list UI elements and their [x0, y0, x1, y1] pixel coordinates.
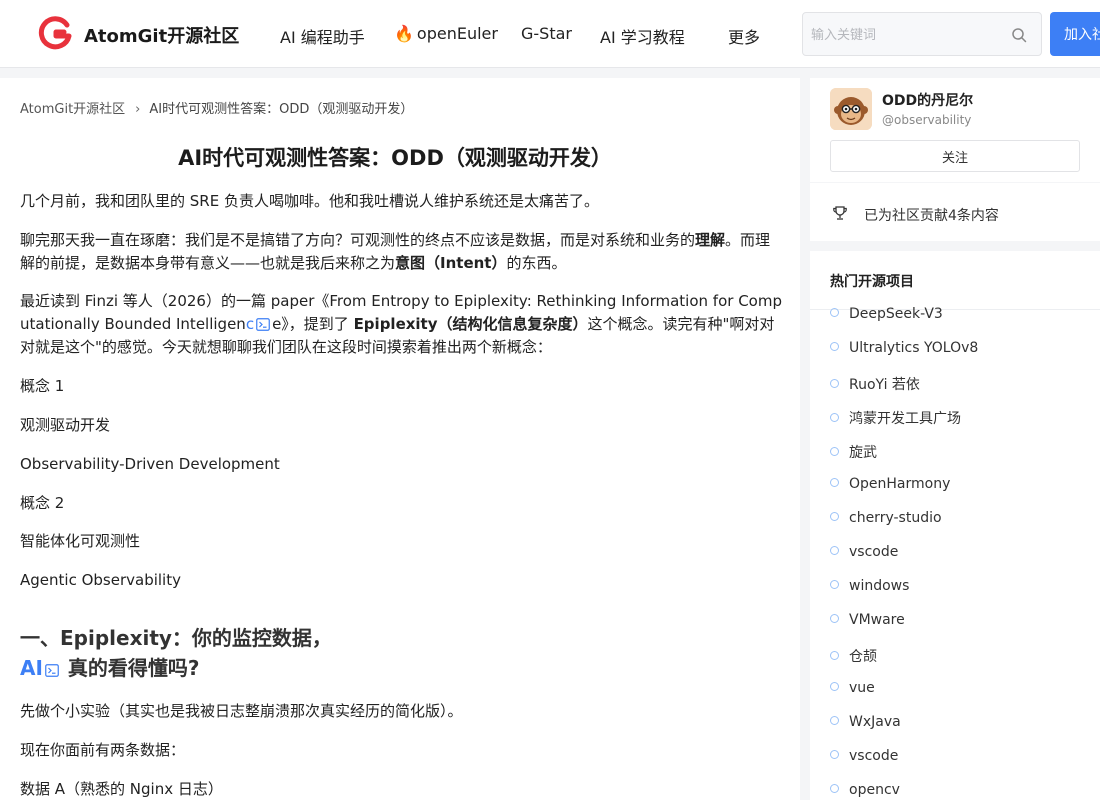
circle-bullet-icon: [830, 580, 839, 589]
author-card: ODD的丹尼尔 @observability 关注: [810, 78, 1100, 182]
list-item[interactable]: windows: [830, 578, 909, 598]
list-item[interactable]: cherry-studio: [830, 510, 942, 530]
section-heading: 一、Epiplexity：你的监控数据， AI 真的看得懂吗?: [20, 626, 332, 680]
nav-more[interactable]: 更多: [728, 24, 760, 48]
inline-term-link[interactable]: AI: [20, 656, 43, 680]
brand-name[interactable]: AtomGit开源社区: [84, 22, 239, 48]
list-item[interactable]: 仓颉: [830, 646, 877, 666]
list-item[interactable]: DeepSeek-V3: [830, 306, 943, 326]
concept-name-cn: 观测驱动开发: [20, 416, 111, 434]
article-panel: AtomGit开源社区 › AI时代可观测性答案：ODD（观测驱动开发） AI时代可…: [0, 78, 800, 800]
nav-gstar[interactable]: G-Star: [521, 24, 572, 43]
article-paragraph: 最近读到 Finzi 等人（2026）的一篇 paper《From Entrop…: [20, 292, 782, 356]
circle-bullet-icon: [830, 447, 839, 456]
list-item[interactable]: opencv: [830, 782, 900, 800]
circle-bullet-icon: [830, 379, 839, 388]
circle-bullet-icon: [830, 308, 839, 317]
concept-name-cn: 智能体化可观测性: [20, 532, 141, 550]
list-item[interactable]: WxJava: [830, 714, 901, 734]
fire-icon: 🔥: [394, 24, 414, 43]
inline-term-link[interactable]: c: [246, 315, 254, 333]
monkey-avatar-icon: [830, 88, 872, 130]
list-item[interactable]: OpenHarmony: [830, 476, 950, 496]
circle-bullet-icon: [830, 342, 839, 351]
breadcrumb-current: AI时代可观测性答案：ODD（观测驱动开发）: [149, 102, 414, 117]
circle-bullet-icon: [830, 682, 839, 691]
list-item[interactable]: 鸿蒙开发工具广场: [830, 408, 961, 428]
list-item[interactable]: 旋武: [830, 442, 877, 462]
circle-bullet-icon: [830, 614, 839, 623]
circle-bullet-icon: [830, 750, 839, 759]
article-paragraph: 聊完那天我一直在琢磨：我们是不是搞错了方向？可观测性的终点不应该是数据，而是对系…: [20, 231, 771, 272]
circle-bullet-icon: [830, 546, 839, 555]
contribution-card: 已为社区贡献4条内容: [810, 183, 1100, 241]
chevron-right-icon: ›: [135, 102, 141, 117]
contribution-text: 已为社区贡献4条内容: [864, 208, 999, 224]
article-paragraph: 现在你面前有两条数据：: [20, 741, 186, 759]
concept-name-en: Observability-Driven Development: [20, 455, 280, 473]
list-item[interactable]: vscode: [830, 748, 898, 768]
list-item[interactable]: VMware: [830, 612, 905, 632]
nav-openeuler[interactable]: 🔥 openEuler: [394, 24, 498, 43]
list-item[interactable]: RuoYi 若依: [830, 374, 920, 394]
trophy-icon: [833, 206, 847, 220]
circle-bullet-icon: [830, 784, 839, 793]
circle-bullet-icon: [830, 413, 839, 422]
circle-bullet-icon: [830, 478, 839, 487]
nav-openeuler-label: openEuler: [416, 24, 498, 43]
search-box: [802, 12, 1042, 56]
author-handle: @observability: [882, 113, 972, 127]
list-item[interactable]: vscode: [830, 544, 898, 564]
article-paragraph: 几个月前，我和团队里的 SRE 负责人喝咖啡。他和我吐槽说人维护系统还是太痛苦了…: [20, 192, 599, 210]
terminal-icon[interactable]: [45, 664, 59, 677]
atomgit-logo-icon[interactable]: [38, 16, 72, 50]
article-paragraph: 先做个小实验（其实也是我被日志整崩溃那次真实经历的简化版）。: [20, 702, 463, 720]
list-item[interactable]: Ultralytics YOLOv8: [830, 340, 978, 360]
breadcrumb-home[interactable]: AtomGit开源社区: [20, 102, 125, 117]
article-paragraph: 数据 A（熟悉的 Nginx 日志）: [20, 780, 223, 798]
terminal-icon[interactable]: [256, 318, 270, 331]
join-community-button[interactable]: 加入社区: [1050, 12, 1100, 56]
concept-name-en: Agentic Observability: [20, 571, 181, 589]
circle-bullet-icon: [830, 512, 839, 521]
circle-bullet-icon: [830, 651, 839, 660]
hot-projects-title: 热门开源项目: [830, 274, 914, 290]
follow-button[interactable]: 关注: [830, 140, 1080, 172]
avatar[interactable]: [830, 88, 872, 130]
top-header: AtomGit开源社区 AI 编程助手 🔥 openEuler G-Star AI…: [0, 0, 1100, 68]
breadcrumb: AtomGit开源社区 › AI时代可观测性答案：ODD（观测驱动开发）: [20, 98, 413, 117]
author-name[interactable]: ODD的丹尼尔: [882, 90, 973, 110]
article-title: AI时代可观测性答案：ODD（观测驱动开发）: [178, 146, 612, 170]
circle-bullet-icon: [830, 716, 839, 725]
hot-projects-card: 热门开源项目 DeepSeek-V3 Ultralytics YOLOv8 Ru…: [810, 251, 1100, 800]
nav-ai-tutorial[interactable]: AI 学习教程: [600, 24, 685, 48]
list-item[interactable]: vue: [830, 680, 875, 700]
concept-label: 概念 2: [20, 494, 65, 512]
search-input[interactable]: [811, 24, 1001, 46]
search-icon[interactable]: [1011, 27, 1027, 43]
concept-label: 概念 1: [20, 377, 65, 395]
nav-ai-coding[interactable]: AI 编程助手: [280, 24, 365, 48]
